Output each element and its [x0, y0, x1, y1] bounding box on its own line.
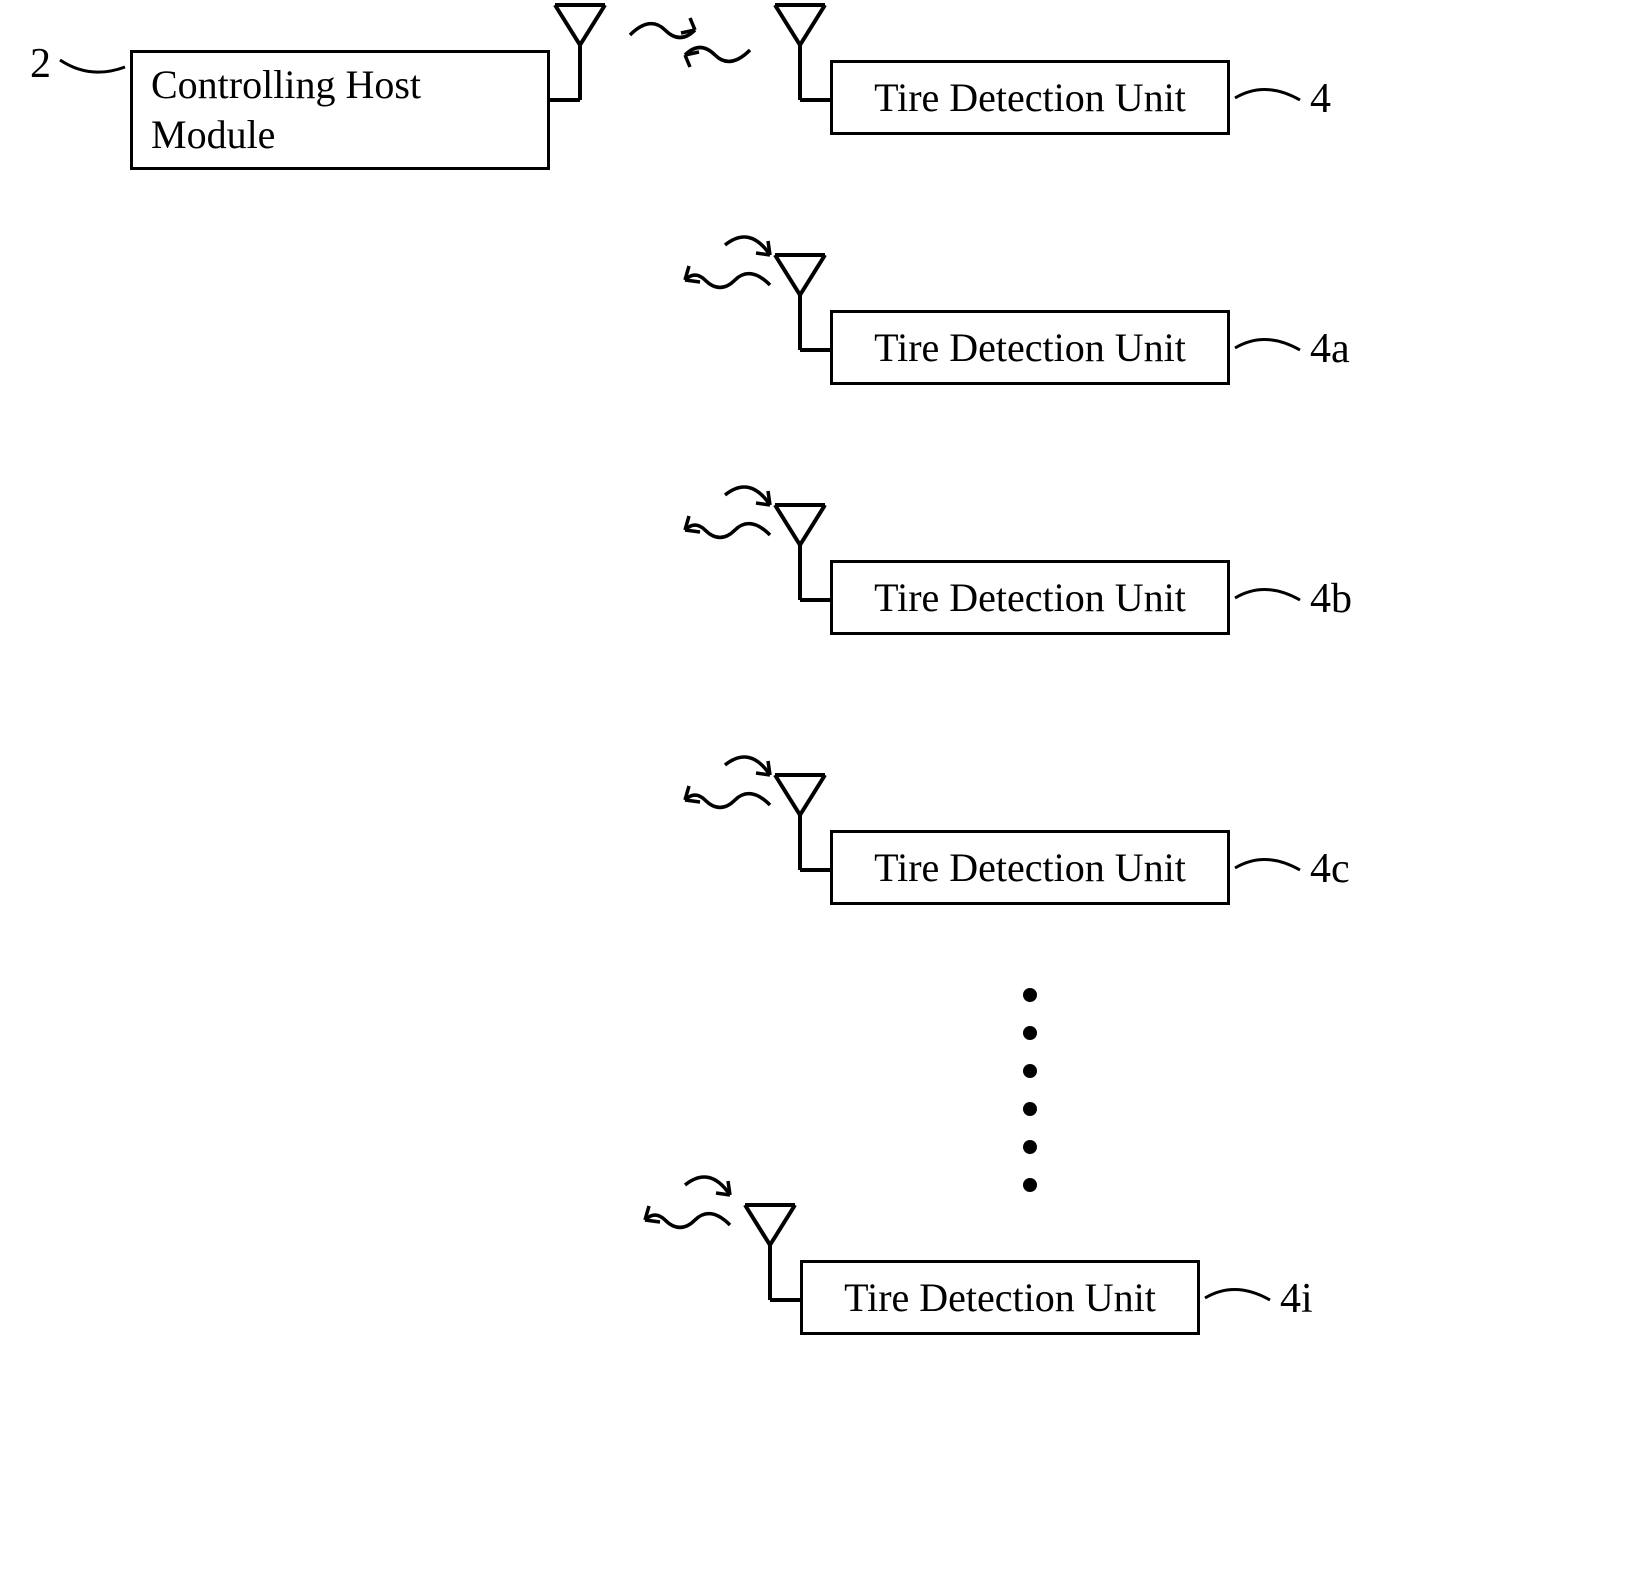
detection-unit-label: Tire Detection Unit: [874, 73, 1186, 123]
controlling-host-module-box: Controlling Host Module: [130, 50, 550, 170]
detection-leader-line: [1200, 1280, 1275, 1315]
detection-antenna-icon: [770, 490, 830, 610]
tire-detection-unit-box: Tire Detection Unit: [830, 560, 1230, 635]
detection-ref-label: 4b: [1310, 575, 1352, 623]
vertical-ellipsis-icon: [1015, 975, 1045, 1205]
detection-unit-label: Tire Detection Unit: [874, 323, 1186, 373]
host-ref-label: 2: [30, 40, 51, 88]
wireless-system-diagram: 2 Controlling Host Module Tire Detection…: [0, 0, 1640, 1576]
detection-ref-label: 4a: [1310, 325, 1350, 373]
signal-waves-icon: [625, 10, 755, 80]
detection-unit-label: Tire Detection Unit: [874, 843, 1186, 893]
detection-antenna-icon: [770, 240, 830, 360]
detection-unit-label: Tire Detection Unit: [844, 1273, 1156, 1323]
detection-antenna-icon: [740, 1190, 800, 1310]
tire-detection-unit-box: Tire Detection Unit: [830, 60, 1230, 135]
detection-unit-label: Tire Detection Unit: [874, 573, 1186, 623]
detection-ref-label: 4: [1310, 75, 1331, 123]
detection-ref-label: 4i: [1280, 1275, 1313, 1323]
detection-leader-line: [1230, 580, 1305, 615]
detection-leader-line: [1230, 850, 1305, 885]
detection-antenna-icon: [770, 760, 830, 880]
detection-ref-label: 4c: [1310, 845, 1350, 893]
detection-antenna-icon: [770, 0, 830, 110]
detection-leader-line: [1230, 80, 1305, 115]
tire-detection-unit-box: Tire Detection Unit: [830, 310, 1230, 385]
host-label: Controlling Host Module: [151, 60, 421, 160]
detection-leader-line: [1230, 330, 1305, 365]
host-antenna-icon: [550, 0, 610, 110]
tire-detection-unit-box: Tire Detection Unit: [800, 1260, 1200, 1335]
host-leader-line: [55, 55, 130, 85]
signal-waves-icon: [630, 1170, 750, 1250]
tire-detection-unit-box: Tire Detection Unit: [830, 830, 1230, 905]
